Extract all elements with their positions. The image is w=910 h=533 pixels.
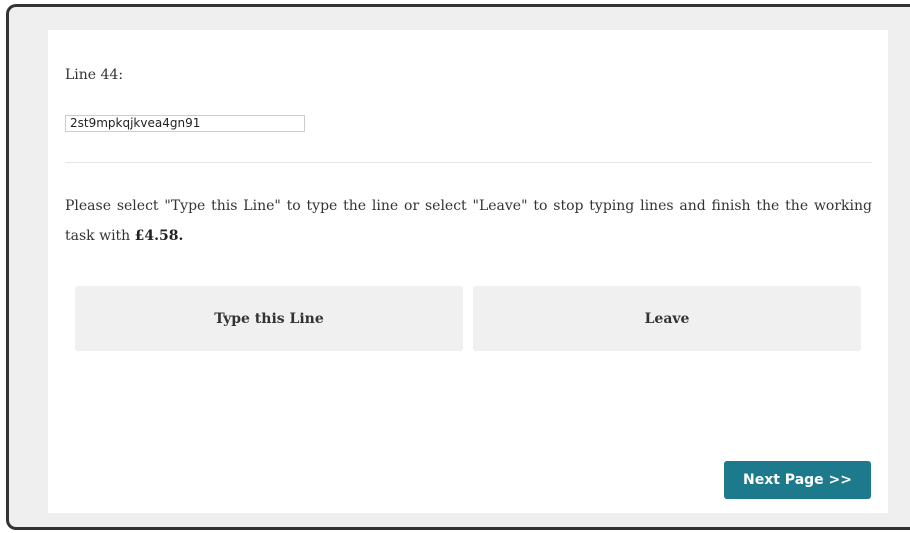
type-this-line-button[interactable]: Type this Line: [75, 286, 463, 351]
instruction-text: Please select "Type this Line" to type t…: [65, 191, 872, 251]
line-label: Line 44:: [65, 67, 124, 83]
leave-button[interactable]: Leave: [473, 286, 861, 351]
survey-frame: Line 44: 2st9mpkqjkvea4gn91 Please selec…: [6, 4, 910, 530]
line-text-box: 2st9mpkqjkvea4gn91: [65, 115, 305, 132]
divider: [65, 162, 872, 163]
task-card: Line 44: 2st9mpkqjkvea4gn91 Please selec…: [48, 30, 888, 513]
earnings-amount: £4.58.: [134, 228, 184, 244]
instruction-body: Please select "Type this Line" to type t…: [65, 198, 872, 244]
next-page-button[interactable]: Next Page >>: [724, 461, 871, 499]
